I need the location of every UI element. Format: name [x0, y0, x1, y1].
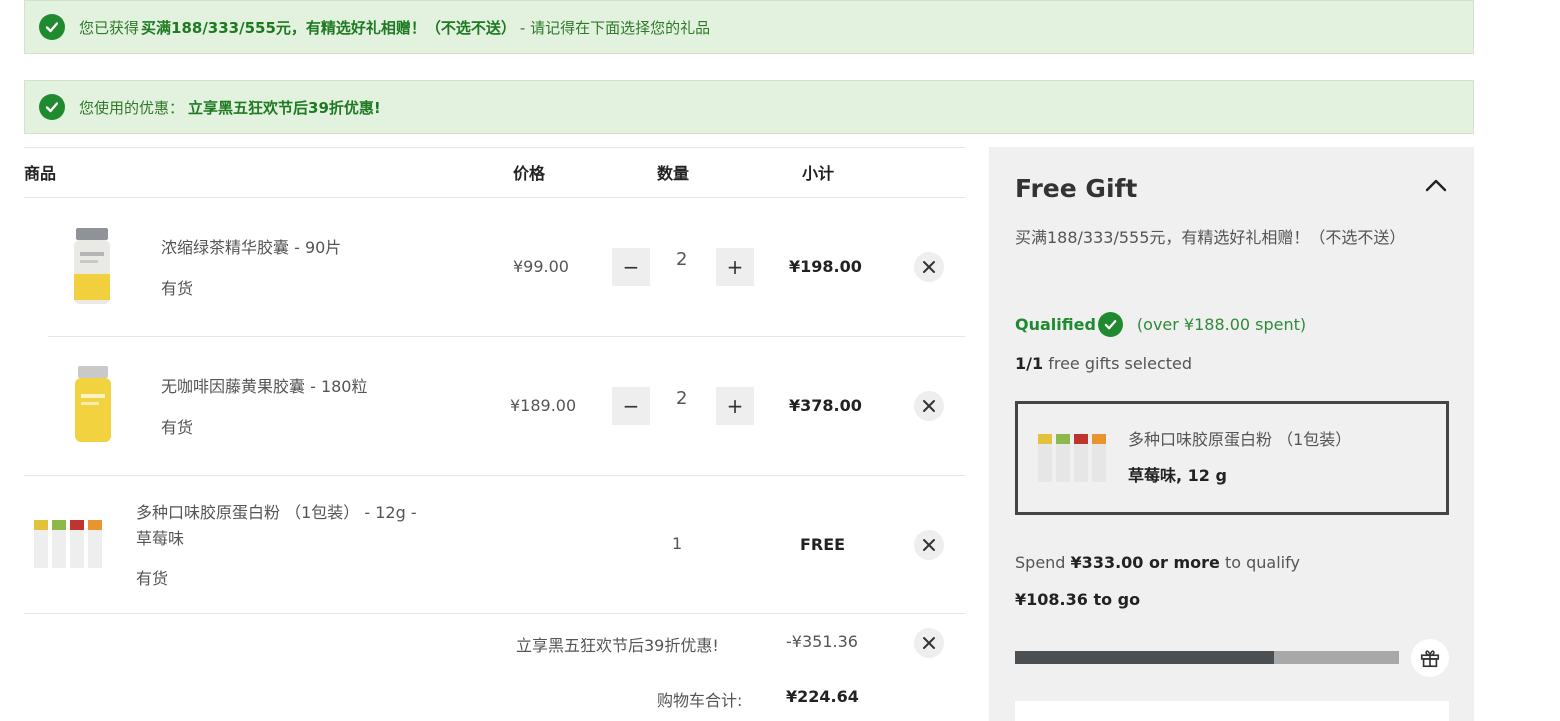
- gift-progress-bar: [1015, 651, 1399, 664]
- check-circle-icon: [39, 14, 65, 40]
- check-circle-icon: [1097, 312, 1123, 337]
- header-price: 价格: [513, 164, 546, 183]
- cart-total-label: 购物车合计:: [657, 691, 743, 710]
- gifts-selected-count: 1/1 free gifts selected: [1015, 354, 1192, 373]
- quantity-value[interactable]: 2: [676, 388, 687, 409]
- cart-total-value: ¥224.64: [786, 687, 859, 706]
- divider: [24, 613, 965, 614]
- free-gift-title: Free Gift: [1015, 174, 1138, 203]
- increase-qty-button[interactable]: +: [716, 248, 754, 286]
- divider: [48, 336, 965, 337]
- line-subtotal: FREE: [800, 535, 846, 554]
- chevron-up-icon: [1425, 179, 1447, 192]
- selected-gift-variant: 草莓味, 12 g: [1128, 466, 1227, 485]
- quantity-value[interactable]: 2: [676, 249, 687, 270]
- qualified-label: Qualified: [1015, 315, 1096, 334]
- qualified-note: (over ¥188.00 spent): [1136, 315, 1307, 334]
- remove-item-button[interactable]: [914, 530, 944, 560]
- decrease-qty-button[interactable]: −: [612, 248, 650, 286]
- product-image-garcinia[interactable]: [72, 366, 114, 448]
- divider: [24, 475, 965, 476]
- stock-status: 有货: [161, 279, 194, 298]
- header-subtotal: 小计: [802, 164, 835, 183]
- promo-text-pre: 您使用的优惠：: [79, 98, 185, 117]
- header-qty: 数量: [657, 164, 690, 183]
- product-name-line2: 草莓味: [136, 529, 185, 548]
- plus-icon: +: [726, 394, 744, 418]
- close-icon: [923, 539, 935, 551]
- header-product: 商品: [24, 164, 57, 183]
- selected-count: 1/1: [1015, 354, 1044, 373]
- spend-post: to qualify: [1224, 553, 1300, 572]
- stock-status: 有货: [136, 569, 169, 588]
- unit-price: ¥189.00: [510, 396, 577, 415]
- minus-icon: −: [622, 394, 640, 418]
- gift-progress-fill: [1015, 651, 1275, 664]
- close-icon: [923, 400, 935, 412]
- banner-text-bold: 买满188/333/555元，有精选好礼相赠！（不选不送）: [141, 18, 516, 37]
- close-icon: [923, 637, 935, 649]
- unit-price: ¥99.00: [513, 257, 569, 276]
- product-name[interactable]: 浓缩绿茶精华胶囊 - 90片: [161, 235, 341, 261]
- divider: [24, 147, 965, 148]
- discount-value: -¥351.36: [786, 632, 858, 651]
- decrease-qty-button[interactable]: −: [612, 387, 650, 425]
- amount-to-go: ¥108.36 to go: [1015, 590, 1141, 609]
- promo-text-bold: 立享黑五狂欢节后39折优惠!: [188, 98, 381, 117]
- stock-status: 有货: [161, 418, 194, 437]
- plus-icon: +: [726, 255, 744, 279]
- line-subtotal: ¥378.00: [789, 396, 862, 415]
- product-name-line1: 多种口味胶原蛋白粉 （1包装） - 12g -: [136, 503, 417, 522]
- line-subtotal: ¥198.00: [789, 257, 862, 276]
- collapse-panel-button[interactable]: [1424, 176, 1448, 194]
- gift-options-box: [1015, 701, 1449, 721]
- increase-qty-button[interactable]: +: [716, 387, 754, 425]
- selected-gift-name: 多种口味胶原蛋白粉 （1包装）: [1128, 430, 1352, 449]
- gift-tier-marker: [1411, 639, 1449, 677]
- quantity-value: 1: [672, 534, 683, 553]
- product-name[interactable]: 多种口味胶原蛋白粉 （1包装） - 12g - 草莓味: [136, 500, 417, 552]
- product-name[interactable]: 无咖啡因藤黄果胶囊 - 180粒: [161, 374, 368, 400]
- next-tier-message: Spend ¥333.00 or more to qualify: [1015, 553, 1300, 572]
- gift-image-collagen-sachets: [1036, 432, 1108, 488]
- spend-amount: ¥333.00 or more: [1070, 553, 1220, 572]
- discount-label: 立享黑五狂欢节后39折优惠!: [516, 636, 719, 655]
- spend-pre: Spend: [1015, 553, 1066, 572]
- gift-qualified-banner: 您已获得 买满188/333/555元，有精选好礼相赠！（不选不送） - 请记得…: [24, 0, 1474, 54]
- remove-item-button[interactable]: [914, 391, 944, 421]
- promo-applied-banner: 您使用的优惠： 立享黑五狂欢节后39折优惠!: [24, 80, 1474, 134]
- divider: [24, 197, 965, 198]
- check-circle-icon: [39, 94, 65, 120]
- remove-discount-button[interactable]: [914, 628, 944, 658]
- remove-item-button[interactable]: [914, 252, 944, 282]
- banner-text-post: - 请记得在下面选择您的礼品: [519, 18, 711, 37]
- close-icon: [923, 261, 935, 273]
- product-image-collagen-sachets[interactable]: [32, 518, 104, 574]
- banner-text-pre: 您已获得: [79, 18, 140, 37]
- minus-icon: −: [622, 255, 640, 279]
- product-image-green-tea[interactable]: [70, 228, 114, 312]
- free-gift-description: 买满188/333/555元，有精选好礼相赠！（不选不送）: [1015, 228, 1406, 247]
- selected-text: free gifts selected: [1048, 354, 1193, 373]
- qualified-status: Qualified (over ¥188.00 spent): [1015, 312, 1306, 337]
- gift-icon: [1420, 650, 1440, 668]
